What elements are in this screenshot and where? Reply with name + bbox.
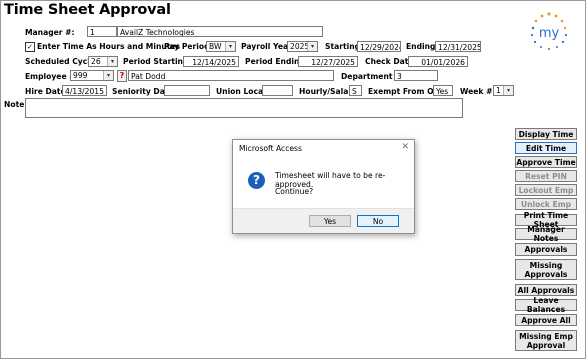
pay-period-select[interactable]: BW ▾ <box>206 41 236 52</box>
week-value: 1 <box>496 86 501 95</box>
dialog-footer: Yes No <box>233 208 414 233</box>
department-field[interactable]: 3 <box>394 70 438 81</box>
exempt-ot-field[interactable]: Yes <box>433 85 453 96</box>
hourly-salary-field[interactable]: S <box>349 85 362 96</box>
unlock-emp-button[interactable]: Unlock Emp <box>515 198 577 210</box>
check-date-field[interactable]: 01/01/2026 <box>408 56 468 67</box>
week-select[interactable]: 1 ▾ <box>493 85 514 96</box>
approvals-button[interactable]: Approvals <box>515 243 577 256</box>
page-title: Time Sheet Approval <box>4 2 171 18</box>
close-icon[interactable]: ✕ <box>401 142 409 152</box>
logo-icon: my <box>530 12 568 50</box>
employee-name-field[interactable]: Pat Dodd <box>128 70 334 81</box>
all-approvals-button[interactable]: All Approvals <box>515 284 577 296</box>
hire-date-field[interactable]: 4/13/2015 <box>62 85 107 96</box>
approve-all-button[interactable]: Approve All <box>515 314 577 326</box>
confirm-dialog: Microsoft Access ✕ ? Timesheet will have… <box>232 139 415 234</box>
starting-field[interactable]: 12/29/2024 <box>357 41 401 52</box>
dialog-question: Continue? <box>275 187 314 196</box>
seniority-date-field[interactable] <box>164 85 210 96</box>
manager-number-field[interactable]: 1 <box>87 26 117 37</box>
scheduled-cycle-select[interactable]: 26 ▾ <box>88 56 118 67</box>
employee-number-select[interactable]: 999 ▾ <box>70 70 114 81</box>
ending-label: Ending: <box>406 42 439 51</box>
question-icon: ? <box>248 172 265 189</box>
lockout-emp-button[interactable]: Lockout Emp <box>515 184 577 196</box>
approve-time-button[interactable]: Approve Time <box>515 156 577 168</box>
chevron-down-icon[interactable]: ▾ <box>225 42 235 51</box>
edit-time-button[interactable]: Edit Time <box>515 142 577 154</box>
chevron-down-icon[interactable]: ▾ <box>107 57 117 66</box>
week-label: Week #: <box>460 87 496 96</box>
missing-approvals-button[interactable]: Missing Approvals <box>515 259 577 280</box>
chevron-down-icon[interactable]: ▾ <box>503 86 513 95</box>
chevron-down-icon[interactable]: ▾ <box>307 42 317 51</box>
note-field[interactable] <box>25 98 463 118</box>
ending-field[interactable]: 12/31/2025 <box>435 41 481 52</box>
period-ending-field[interactable]: 12/27/2025 <box>298 56 358 67</box>
scheduled-cycle-value: 26 <box>91 57 101 66</box>
manager-label: Manager #: <box>25 28 75 37</box>
yes-button[interactable]: Yes <box>309 215 351 227</box>
enter-time-hm-label: Enter Time As Hours and Minutes <box>37 42 181 51</box>
no-button[interactable]: No <box>357 215 399 227</box>
union-local-field[interactable] <box>262 85 293 96</box>
union-local-label: Union Local: <box>216 87 269 96</box>
enter-time-hm-checkbox[interactable]: ✓ <box>25 42 35 52</box>
manager-company-field[interactable]: AvailZ Technologies <box>117 26 323 37</box>
manager-notes-button[interactable]: Manager Notes <box>515 225 577 243</box>
leave-balances-button[interactable]: Leave Balances <box>515 296 577 314</box>
note-label: Note: <box>4 100 28 109</box>
dialog-title: Microsoft Access <box>239 144 302 153</box>
missing-emp-approval-button[interactable]: Missing Emp Approval <box>515 330 577 351</box>
pay-period-value: BW <box>209 42 222 51</box>
logo-text: my <box>539 26 560 41</box>
reset-pin-button[interactable]: Reset PIN <box>515 170 577 182</box>
chevron-down-icon[interactable]: ▾ <box>103 71 113 80</box>
payroll-year-select[interactable]: 2025 ▾ <box>287 41 318 52</box>
employee-help-button[interactable]: ? <box>117 70 127 82</box>
form-window: Time Sheet Approval my Manager #: 1 Avai… <box>0 0 586 359</box>
period-starting-label: Period Starting: <box>123 57 192 66</box>
period-starting-field[interactable]: 12/14/2025 <box>183 56 239 67</box>
display-time-button[interactable]: Display Time <box>515 128 577 140</box>
employee-number-value: 999 <box>73 71 88 80</box>
